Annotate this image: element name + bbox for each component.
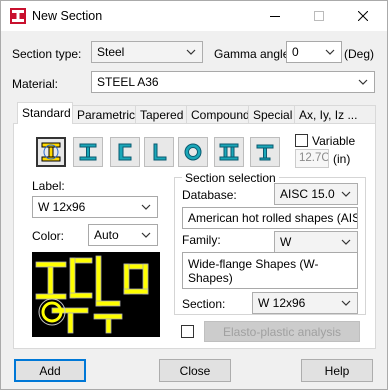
double-i-icon [219, 143, 239, 161]
elasto-plastic-checkbox[interactable] [181, 325, 194, 338]
section-type-value: Steel [97, 45, 125, 59]
angle-icon [153, 143, 167, 161]
tab-standard[interactable]: Standard [17, 102, 73, 124]
database-description: American hot rolled shapes (AISC E [182, 207, 358, 229]
color-caption: Color: [32, 229, 65, 243]
elasto-plastic-button[interactable]: Elasto-plastic analysis [204, 321, 360, 342]
material-label: Material: [12, 77, 59, 91]
label-select[interactable]: W 12x96 [32, 196, 158, 218]
t-section-icon [256, 144, 274, 161]
chevron-down-icon [141, 204, 151, 210]
color-select[interactable]: Auto [88, 224, 158, 246]
minimize-icon [270, 16, 280, 17]
database-label: Database: [182, 188, 237, 202]
variable-label: Variable [312, 134, 356, 148]
tab-parametric[interactable]: Parametric [72, 105, 136, 124]
shape-button-pipe[interactable] [178, 137, 208, 167]
shape-button-double-i[interactable] [214, 137, 244, 167]
variable-checkbox[interactable] [295, 134, 308, 147]
section-preview-drawing [35, 255, 149, 334]
minimize-button[interactable] [253, 1, 297, 31]
label-value: W 12x96 [38, 200, 86, 214]
tab-ax-iy-iz[interactable]: Ax, Iy, Iz ... [294, 105, 376, 124]
section-type-label: Section type: [12, 47, 82, 61]
channel-icon [118, 143, 132, 161]
section-type-select[interactable]: Steel [91, 41, 203, 63]
family-description: Wide-flange Shapes (W-Shapes) [182, 252, 358, 289]
chevron-down-icon [341, 239, 351, 245]
close-window-button[interactable] [341, 1, 385, 31]
database-select[interactable]: AISC 15.0 [274, 183, 358, 205]
section-value: W 12x96 [258, 296, 306, 310]
maximize-button[interactable] [297, 1, 341, 31]
section-select[interactable]: W 12x96 [252, 292, 358, 314]
add-button[interactable]: Add [14, 359, 86, 382]
new-section-dialog: New Section Section type: Steel Gamma an… [0, 0, 388, 390]
chevron-down-icon [325, 49, 335, 55]
shape-button-t-section[interactable] [250, 137, 280, 167]
gamma-angle-value: 0 [292, 45, 299, 59]
pipe-icon [184, 143, 202, 161]
close-icon [358, 11, 368, 21]
family-select[interactable]: W [274, 231, 358, 253]
section-label: Section: [182, 297, 226, 311]
help-button[interactable]: Help [301, 359, 373, 382]
chevron-down-icon [141, 232, 151, 238]
chevron-down-icon [341, 191, 351, 197]
chevron-down-icon [358, 79, 368, 85]
title-bar: New Section [1, 1, 387, 31]
chevron-down-icon [186, 49, 196, 55]
tab-tapered[interactable]: Tapered [135, 105, 187, 124]
material-value: STEEL A36 [97, 75, 159, 89]
section-selection-title: Section selection [182, 171, 279, 185]
database-value: AISC 15.0 [280, 187, 335, 201]
app-icon [10, 8, 26, 24]
material-select[interactable]: STEEL A36 [91, 71, 375, 93]
gamma-angle-label: Gamma angle: [214, 47, 293, 61]
shape-button-i-section[interactable] [36, 137, 66, 167]
i-section-icon [41, 142, 61, 162]
window-title: New Section [32, 9, 103, 23]
maximize-icon [314, 11, 324, 21]
family-value: W [280, 235, 292, 249]
close-button[interactable]: Close [159, 359, 231, 382]
color-value: Auto [94, 228, 119, 242]
shape-button-angle[interactable] [144, 137, 174, 167]
variable-value-field[interactable]: 12.7C [295, 149, 329, 168]
shape-button-i-section-alt[interactable] [73, 137, 103, 167]
label-caption: Label: [32, 179, 65, 193]
family-label: Family: [182, 233, 221, 247]
tab-special[interactable]: Special [248, 105, 295, 124]
gamma-unit: (Deg) [344, 47, 375, 61]
tab-compound[interactable]: Compound [186, 105, 250, 124]
gamma-angle-select[interactable]: 0 [286, 41, 342, 63]
i-section-alt-icon [79, 143, 97, 161]
variable-unit: (in) [333, 152, 351, 166]
chevron-down-icon [341, 300, 351, 306]
shape-button-channel[interactable] [110, 137, 140, 167]
section-preview [32, 252, 160, 337]
